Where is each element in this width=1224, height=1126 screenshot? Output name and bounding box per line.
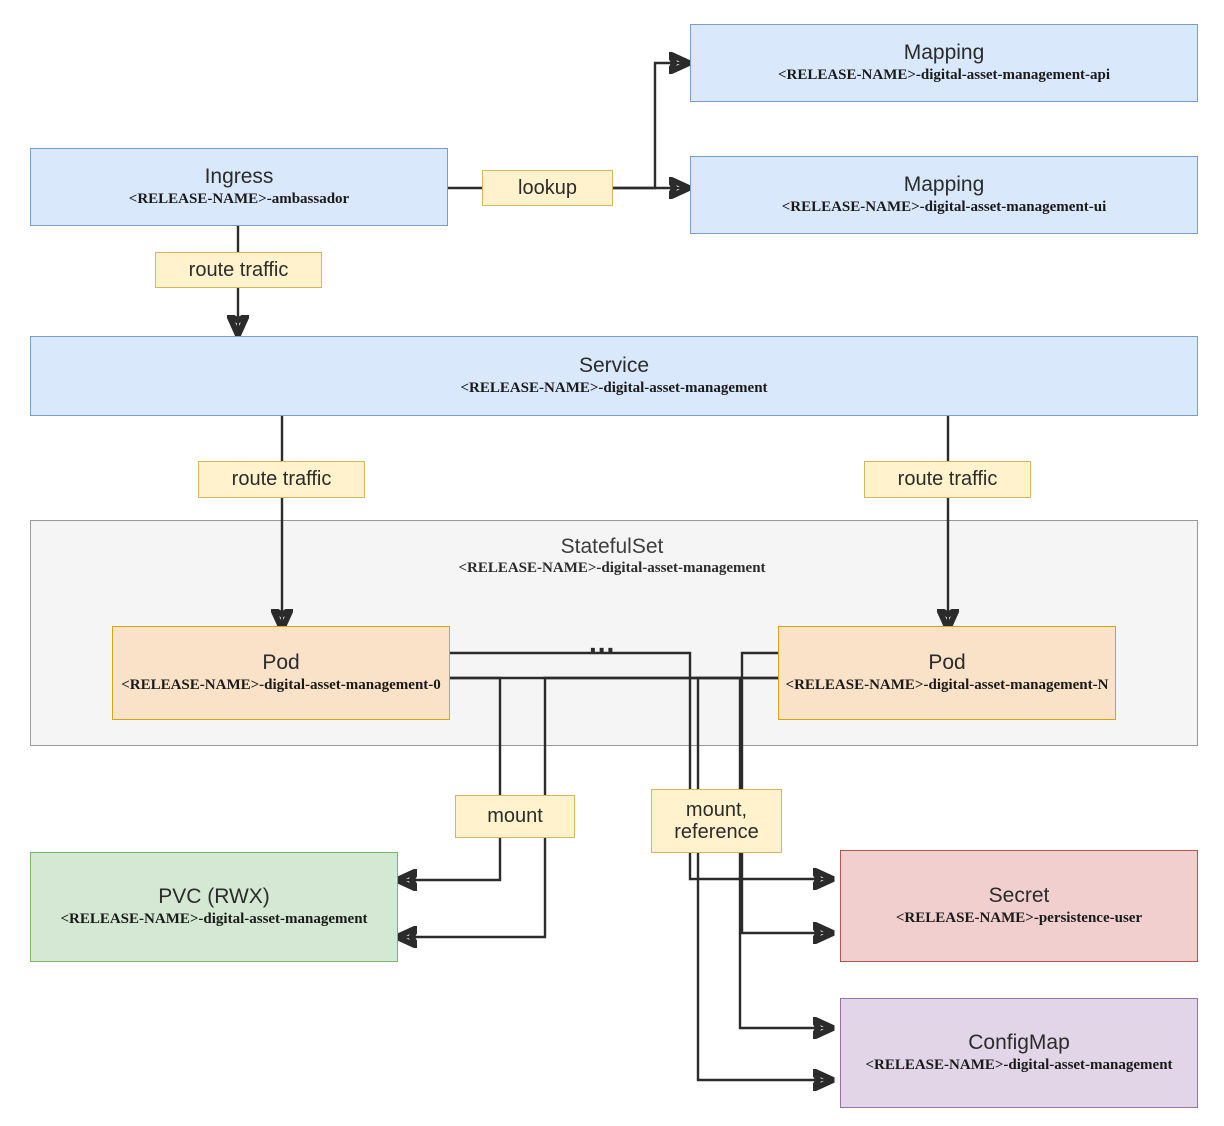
node-configmap-kind: ConfigMap <box>968 1031 1070 1055</box>
node-service-name: <RELEASE-NAME>-digital-asset-management <box>460 380 768 397</box>
node-mapping-api[interactable]: Mapping <RELEASE-NAME>-digital-asset-man… <box>690 24 1198 102</box>
node-secret[interactable]: Secret <RELEASE-NAME>-persistence-user <box>840 850 1198 962</box>
node-mapping-api-kind: Mapping <box>903 41 985 65</box>
group-statefulset-name: <RELEASE-NAME>-digital-asset-management <box>458 560 766 577</box>
edge-label-mount-reference-line1: mount, <box>685 798 748 821</box>
node-secret-name: <RELEASE-NAME>-persistence-user <box>895 910 1143 927</box>
node-pod-n-kind: Pod <box>928 651 966 675</box>
group-statefulset-label: StatefulSet <RELEASE-NAME>-digital-asset… <box>0 534 1224 579</box>
node-ingress-name: <RELEASE-NAME>-ambassador <box>128 191 350 208</box>
edge-label-route-traffic-ingress[interactable]: route traffic <box>155 252 322 288</box>
node-pod-n[interactable]: Pod <RELEASE-NAME>-digital-asset-managem… <box>778 626 1116 720</box>
node-secret-kind: Secret <box>988 884 1050 908</box>
edge-label-mount[interactable]: mount <box>455 795 575 838</box>
node-pvc-name: <RELEASE-NAME>-digital-asset-management <box>60 911 368 928</box>
diagram-canvas: Mapping <RELEASE-NAME>-digital-asset-man… <box>0 0 1224 1126</box>
node-pvc[interactable]: PVC (RWX) <RELEASE-NAME>-digital-asset-m… <box>30 852 398 962</box>
node-mapping-ui-name: <RELEASE-NAME>-digital-asset-management-… <box>781 199 1107 216</box>
node-mapping-ui[interactable]: Mapping <RELEASE-NAME>-digital-asset-man… <box>690 156 1198 234</box>
node-configmap-name: <RELEASE-NAME>-digital-asset-management <box>865 1057 1173 1074</box>
group-statefulset-kind: StatefulSet <box>560 535 664 558</box>
node-ingress-kind: Ingress <box>204 165 274 189</box>
node-service-kind: Service <box>578 354 650 378</box>
node-pod-0-kind: Pod <box>262 651 300 675</box>
edge-label-route-traffic-left[interactable]: route traffic <box>198 461 365 498</box>
node-service[interactable]: Service <RELEASE-NAME>-digital-asset-man… <box>30 336 1198 416</box>
edge-label-mount-reference[interactable]: mount, reference <box>651 789 782 853</box>
node-pvc-kind: PVC (RWX) <box>158 885 270 909</box>
node-mapping-ui-kind: Mapping <box>903 173 985 197</box>
node-mapping-api-name: <RELEASE-NAME>-digital-asset-management-… <box>777 67 1111 84</box>
edge-label-route-traffic-right[interactable]: route traffic <box>864 461 1031 498</box>
pod-ellipsis: ... <box>589 627 616 658</box>
edge-lookup-to-mapping-api <box>613 63 688 190</box>
node-pod-n-name: <RELEASE-NAME>-digital-asset-management-… <box>785 677 1109 694</box>
node-configmap[interactable]: ConfigMap <RELEASE-NAME>-digital-asset-m… <box>840 998 1198 1108</box>
edge-label-lookup[interactable]: lookup <box>482 170 613 206</box>
node-pod-0-name: <RELEASE-NAME>-digital-asset-management-… <box>121 677 441 694</box>
node-ingress[interactable]: Ingress <RELEASE-NAME>-ambassador <box>30 148 448 226</box>
node-pod-0[interactable]: Pod <RELEASE-NAME>-digital-asset-managem… <box>112 626 450 720</box>
edge-label-mount-reference-line2: reference <box>674 821 759 843</box>
